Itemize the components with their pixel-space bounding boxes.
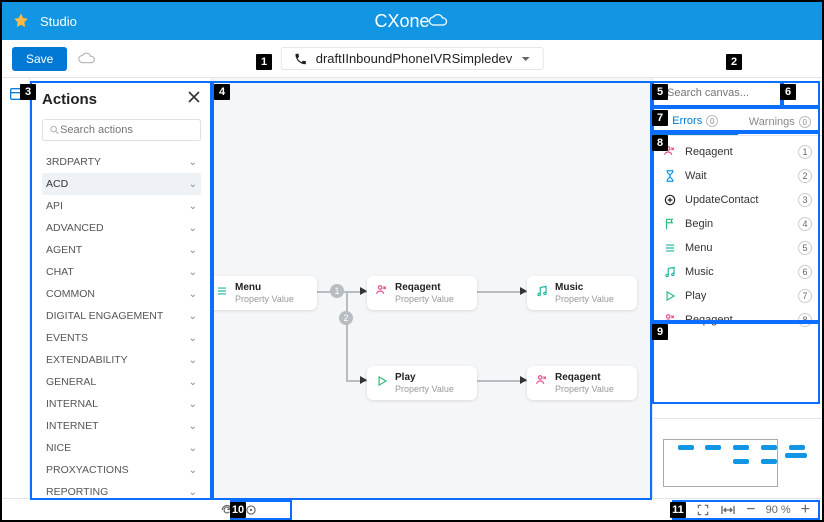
node-list-item[interactable]: Begin4 bbox=[653, 212, 822, 236]
target-icon[interactable] bbox=[244, 503, 258, 517]
category-chat[interactable]: CHAT⌄ bbox=[42, 261, 201, 283]
category-acd[interactable]: ACD⌄ bbox=[42, 173, 201, 195]
callout-2: 2 bbox=[726, 54, 742, 70]
category-general[interactable]: GENERAL⌄ bbox=[42, 371, 201, 393]
footer: − 90 % + bbox=[2, 498, 822, 520]
node-list-item[interactable]: UpdateContact3 bbox=[653, 188, 822, 212]
node-list-item[interactable]: Play7 bbox=[653, 284, 822, 308]
save-button[interactable]: Save bbox=[12, 47, 67, 71]
app-name: Studio bbox=[40, 14, 77, 29]
chevron-down-icon: ⌄ bbox=[189, 399, 197, 410]
callout-10: 10 bbox=[230, 502, 246, 518]
cloud-sync-icon[interactable] bbox=[77, 51, 97, 67]
actions-search[interactable] bbox=[42, 119, 201, 141]
callout-4: 4 bbox=[214, 84, 230, 100]
canvas-node-music[interactable]: MusicProperty Value bbox=[527, 276, 637, 310]
actions-panel: Actions 3RDPARTY⌄ACD⌄API⌄ADVANCED⌄AGENT⌄… bbox=[30, 78, 212, 498]
zoom-out-button[interactable]: − bbox=[746, 501, 755, 519]
category-internal[interactable]: INTERNAL⌄ bbox=[42, 393, 201, 415]
category-api[interactable]: API⌄ bbox=[42, 195, 201, 217]
app-header: Studio CXone bbox=[2, 2, 822, 40]
chevron-down-icon: ⌄ bbox=[189, 223, 197, 234]
chevron-down-icon: ⌄ bbox=[189, 333, 197, 344]
callout-8: 8 bbox=[652, 135, 668, 151]
category-reporting[interactable]: REPORTING⌄ bbox=[42, 481, 201, 498]
file-title: draftIInboundPhoneIVRSimpledev bbox=[316, 51, 513, 66]
zoom-in-button[interactable]: + bbox=[801, 501, 810, 519]
fit-width-icon[interactable] bbox=[720, 503, 736, 517]
chevron-down-icon: ⌄ bbox=[189, 245, 197, 256]
callout-9: 9 bbox=[652, 324, 668, 340]
category-advanced[interactable]: ADVANCED⌄ bbox=[42, 217, 201, 239]
callout-11: 11 bbox=[670, 502, 686, 518]
category-agent[interactable]: AGENT⌄ bbox=[42, 239, 201, 261]
node-list-item[interactable]: Music6 bbox=[653, 260, 822, 284]
canvas-node-reqagent1[interactable]: ReqagentProperty Value bbox=[367, 276, 477, 310]
close-icon[interactable] bbox=[187, 90, 201, 109]
actions-search-input[interactable] bbox=[60, 124, 194, 136]
toolbar: draftIInboundPhoneIVRSimpledev Save bbox=[2, 40, 822, 78]
fullscreen-icon[interactable] bbox=[696, 503, 710, 517]
category-common[interactable]: COMMON⌄ bbox=[42, 283, 201, 305]
chevron-down-icon: ⌄ bbox=[189, 421, 197, 432]
category-events[interactable]: EVENTS⌄ bbox=[42, 327, 201, 349]
category-list: 3RDPARTY⌄ACD⌄API⌄ADVANCED⌄AGENT⌄CHAT⌄COM… bbox=[42, 151, 201, 498]
category-digital-engagement[interactable]: DIGITAL ENGAGEMENT⌄ bbox=[42, 305, 201, 327]
chevron-down-icon: ⌄ bbox=[189, 377, 197, 388]
category-extendability[interactable]: EXTENDABILITY⌄ bbox=[42, 349, 201, 371]
chevron-down-icon: ⌄ bbox=[189, 311, 197, 322]
callout-7: 7 bbox=[652, 110, 668, 126]
validation-tabs: Errors0Warnings0 bbox=[653, 109, 822, 136]
chevron-down-icon: ⌄ bbox=[189, 487, 197, 498]
node-list-item[interactable]: Reqagent8 bbox=[653, 308, 822, 332]
chevron-down-icon: ⌄ bbox=[189, 289, 197, 300]
callout-3: 3 bbox=[20, 84, 36, 100]
callout-6: 6 bbox=[780, 84, 796, 100]
node-list: Reqagent1Wait2UpdateContact3Begin4Menu5M… bbox=[653, 136, 822, 418]
chevron-down-icon bbox=[520, 54, 530, 64]
chevron-down-icon: ⌄ bbox=[189, 465, 197, 476]
chevron-down-icon: ⌄ bbox=[189, 355, 197, 366]
category-3rdparty[interactable]: 3RDPARTY⌄ bbox=[42, 151, 201, 173]
category-proxyactions[interactable]: PROXYACTIONS⌄ bbox=[42, 459, 201, 481]
callout-5: 5 bbox=[652, 84, 668, 100]
chevron-down-icon: ⌄ bbox=[189, 267, 197, 278]
category-internet[interactable]: INTERNET⌄ bbox=[42, 415, 201, 437]
actions-title: Actions bbox=[42, 91, 97, 108]
phone-icon bbox=[294, 52, 308, 66]
category-nice[interactable]: NICE⌄ bbox=[42, 437, 201, 459]
app-logo-icon bbox=[12, 12, 30, 30]
callout-1: 1 bbox=[256, 54, 272, 70]
left-rail bbox=[2, 78, 30, 498]
chevron-down-icon: ⌄ bbox=[189, 201, 197, 212]
brand-one: one bbox=[399, 11, 429, 32]
chevron-down-icon: ⌄ bbox=[189, 443, 197, 454]
search-icon bbox=[49, 124, 60, 136]
zoom-level: 90 % bbox=[766, 504, 791, 516]
minimap[interactable] bbox=[653, 418, 822, 498]
canvas-node-menu[interactable]: MenuProperty Value bbox=[212, 276, 317, 310]
file-title-dropdown[interactable]: draftIInboundPhoneIVRSimpledev bbox=[281, 47, 544, 70]
brand-cx: CX bbox=[374, 11, 399, 32]
cloud-icon bbox=[428, 14, 450, 28]
canvas-node-reqagent2[interactable]: ReqagentProperty Value bbox=[527, 366, 637, 400]
right-panel: Errors0Warnings0 Reqagent1Wait2UpdateCon… bbox=[652, 78, 822, 498]
chevron-down-icon: ⌄ bbox=[189, 179, 197, 190]
node-list-item[interactable]: Reqagent1 bbox=[653, 140, 822, 164]
tab-warnings[interactable]: Warnings0 bbox=[738, 109, 823, 135]
node-list-item[interactable]: Menu5 bbox=[653, 236, 822, 260]
node-list-item[interactable]: Wait2 bbox=[653, 164, 822, 188]
canvas[interactable]: 1 2 MenuProperty ValueReqagentProperty V… bbox=[212, 78, 652, 498]
chevron-down-icon: ⌄ bbox=[189, 157, 197, 168]
canvas-node-play[interactable]: PlayProperty Value bbox=[367, 366, 477, 400]
brand-logo: CXone bbox=[374, 11, 449, 32]
